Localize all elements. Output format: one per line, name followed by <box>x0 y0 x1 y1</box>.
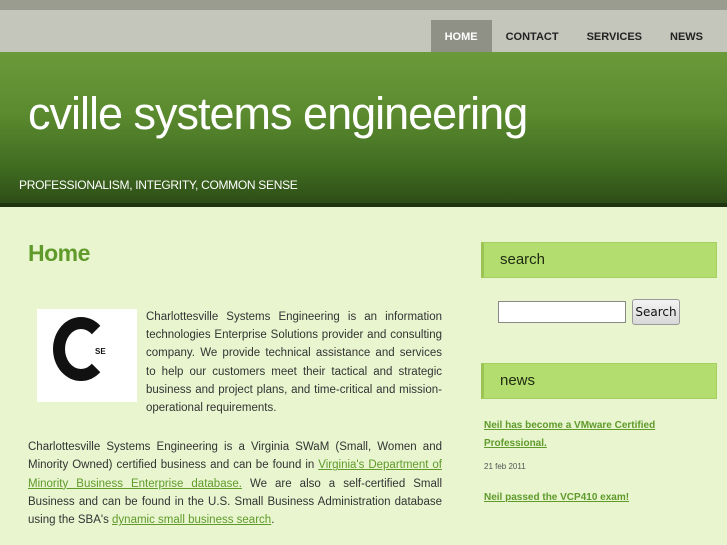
news-item-link[interactable]: Neil passed the VCP410 exam! <box>484 489 717 507</box>
sidebar: search Search news Neil has become a VMw… <box>481 242 717 507</box>
search-widget: Search <box>481 278 717 363</box>
search-input[interactable] <box>498 301 626 323</box>
company-logo: SE <box>37 309 137 402</box>
nav-services[interactable]: SERVICES <box>573 20 656 55</box>
news-item-date: 21 feb 2011 <box>484 462 526 471</box>
logo-se-text: SE <box>95 347 106 356</box>
nav-news[interactable]: NEWS <box>656 20 717 55</box>
search-button[interactable]: Search <box>632 299 680 325</box>
nav-contact[interactable]: CONTACT <box>492 20 573 55</box>
page-title: Home <box>28 240 90 266</box>
top-bar: HOME CONTACT SERVICES NEWS <box>0 0 727 55</box>
nav-home[interactable]: HOME <box>430 20 492 55</box>
news-list: Neil has become a VMware Certified Profe… <box>481 417 717 507</box>
main-nav: HOME CONTACT SERVICES NEWS <box>430 20 717 55</box>
search-heading: search <box>481 242 717 278</box>
cert-text-3: . <box>271 514 275 527</box>
news-heading: news <box>481 363 717 399</box>
site-title[interactable]: cville systems engineering <box>28 88 528 140</box>
site-banner: cville systems engineering PROFESSIONALI… <box>0 52 727 207</box>
intro-paragraph: Charlottesville Systems Engineering is a… <box>146 311 442 415</box>
main-content: Home SE Charlottesville Systems Engineer… <box>28 240 442 529</box>
certification-paragraph: Charlottesville Systems Engineering is a… <box>28 438 442 529</box>
sba-search-link[interactable]: dynamic small business search <box>112 514 271 526</box>
intro-section: SE Charlottesville Systems Engineering i… <box>28 308 442 417</box>
site-tagline: PROFESSIONALISM, INTEGRITY, COMMON SENSE <box>19 178 298 192</box>
news-item-link[interactable]: Neil has become a VMware Certified Profe… <box>484 417 717 453</box>
